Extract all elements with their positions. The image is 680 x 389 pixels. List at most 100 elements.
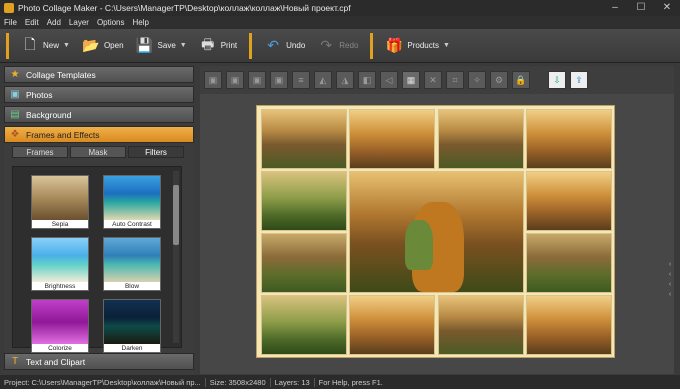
section-frames-and-effects[interactable]: ❖ Frames and Effects: [4, 126, 194, 143]
filters-list: Sepia Auto Contrast Brightness Blow Colo…: [12, 166, 182, 353]
printer-icon: 🖶: [201, 35, 215, 52]
filter-darken[interactable]: Darken: [103, 299, 161, 353]
filter-label: Darken: [121, 345, 143, 352]
chevron-down-icon[interactable]: ▼: [63, 42, 70, 49]
collage-photo[interactable]: [261, 109, 347, 169]
collage-photo[interactable]: [438, 295, 524, 355]
menu-layer[interactable]: Layer: [65, 18, 93, 27]
mirror-icon[interactable]: ◧: [358, 71, 376, 89]
magic-wand-icon[interactable]: ✧: [468, 71, 486, 89]
chevron-left-icon[interactable]: ‹: [666, 271, 674, 281]
collage-photo[interactable]: [261, 171, 347, 231]
open-button[interactable]: 📂 Open: [76, 32, 130, 60]
tab-mask[interactable]: Mask: [70, 146, 126, 158]
section-text-and-clipart[interactable]: T Text and Clipart: [4, 353, 194, 370]
undo-button[interactable]: ↶ Undo: [258, 32, 311, 60]
redo-icon: ↷: [320, 37, 333, 53]
status-layers: Layers: 13: [271, 377, 315, 387]
flip-horizontal-icon[interactable]: ◭: [314, 71, 332, 89]
effects-tabs: Frames Mask Filters: [12, 146, 186, 158]
menu-file[interactable]: File: [0, 18, 21, 27]
filter-label: Colorize: [48, 345, 72, 352]
window-title: Photo Collage Maker - C:\Users\ManagerTP…: [18, 3, 351, 13]
background-icon: ▤: [10, 109, 20, 120]
filter-auto-contrast[interactable]: Auto Contrast: [103, 175, 161, 229]
new-label: New: [43, 41, 60, 50]
section-label: Collage Templates: [26, 69, 96, 80]
minimize-button[interactable]: –: [602, 0, 628, 16]
collage-photo[interactable]: [526, 233, 612, 293]
tab-filters[interactable]: Filters: [128, 146, 184, 158]
collage-photo[interactable]: [526, 295, 612, 355]
save-button[interactable]: 💾 Save ▼: [130, 32, 193, 60]
chevron-down-icon[interactable]: ▼: [180, 42, 187, 49]
products-button[interactable]: 🎁 Products ▼: [379, 32, 456, 60]
chevron-left-icon[interactable]: ‹: [666, 291, 674, 301]
collage-photo[interactable]: [526, 109, 612, 169]
chevron-left-icon[interactable]: ‹: [666, 261, 674, 271]
menu-help[interactable]: Help: [129, 18, 153, 27]
lock-icon[interactable]: 🔒: [512, 71, 530, 89]
collage-photo[interactable]: [261, 233, 347, 293]
flip-vertical-icon[interactable]: ◮: [336, 71, 354, 89]
menu-options[interactable]: Options: [93, 18, 129, 27]
section-label: Frames and Effects: [26, 129, 100, 140]
filter-thumbnail: [32, 238, 88, 282]
text-icon: T: [11, 356, 19, 367]
maximize-button[interactable]: ☐: [628, 0, 654, 16]
new-button[interactable]: 🗋 New ▼: [15, 32, 76, 60]
collage-photo[interactable]: [261, 295, 347, 355]
section-collage-templates[interactable]: ★ Collage Templates: [4, 66, 194, 83]
open-label: Open: [103, 41, 124, 50]
filter-thumbnail: [104, 300, 160, 344]
close-button[interactable]: ✕: [654, 0, 680, 16]
collage-photo[interactable]: [438, 109, 524, 169]
filter-thumbnail: [32, 176, 88, 220]
status-size: Size: 3508x2480: [206, 377, 271, 387]
bring-forward-icon[interactable]: ▣: [226, 71, 244, 89]
title-bar: Photo Collage Maker - C:\Users\ManagerTP…: [0, 0, 680, 16]
star-icon: ★: [10, 69, 20, 80]
side-panel-arrows[interactable]: ‹ ‹ ‹ ‹: [666, 261, 674, 301]
crop-icon[interactable]: ⌗: [446, 71, 464, 89]
settings-icon[interactable]: ⚙: [490, 71, 508, 89]
collage-photo[interactable]: [349, 109, 435, 169]
tab-frames[interactable]: Frames: [12, 146, 68, 158]
menu-add[interactable]: Add: [43, 18, 65, 27]
print-button[interactable]: 🖶 Print: [193, 32, 243, 60]
delete-icon[interactable]: ✕: [424, 71, 442, 89]
filter-sepia[interactable]: Sepia: [31, 175, 89, 229]
section-label: Background: [26, 109, 72, 120]
filter-brightness[interactable]: Brightness: [31, 237, 89, 291]
bring-to-front-icon[interactable]: ▣: [204, 71, 222, 89]
save-label: Save: [157, 41, 176, 50]
share-image-icon[interactable]: ⇪: [570, 71, 588, 89]
collage-canvas[interactable]: [256, 105, 615, 358]
redo-button[interactable]: ↷ Redo: [311, 32, 364, 60]
send-backward-icon[interactable]: ▣: [248, 71, 266, 89]
send-to-back-icon[interactable]: ▣: [270, 71, 288, 89]
section-label: Photos: [26, 89, 53, 100]
menu-edit[interactable]: Edit: [21, 18, 43, 27]
filter-blow[interactable]: Blow: [103, 237, 161, 291]
rotate-icon[interactable]: ◁: [380, 71, 398, 89]
toolbar-separator: [6, 32, 9, 59]
chevron-left-icon[interactable]: ‹: [666, 281, 674, 291]
main-toolbar: 🗋 New ▼ 📂 Open 💾 Save ▼ 🖶 Print ↶ Undo ↷…: [0, 29, 680, 63]
layout-grid-icon[interactable]: ▦: [402, 71, 420, 89]
section-photos[interactable]: ▣ Photos: [4, 86, 194, 103]
filter-thumbnail: [32, 300, 88, 344]
redo-label: Redo: [339, 41, 359, 50]
undo-label: Undo: [286, 41, 306, 50]
collage-photo-center[interactable]: [349, 171, 524, 293]
collage-photo[interactable]: [526, 171, 612, 231]
filter-label: Sepia: [51, 221, 69, 228]
filter-colorize[interactable]: Colorize: [31, 299, 89, 353]
chevron-down-icon[interactable]: ▼: [443, 42, 450, 49]
align-icon[interactable]: ≡: [292, 71, 310, 89]
export-image-icon[interactable]: ⇩: [548, 71, 566, 89]
collage-photo[interactable]: [349, 295, 435, 355]
section-background[interactable]: ▤ Background: [4, 106, 194, 123]
scrollbar-thumb[interactable]: [173, 185, 179, 245]
filters-scrollbar[interactable]: [173, 171, 179, 343]
